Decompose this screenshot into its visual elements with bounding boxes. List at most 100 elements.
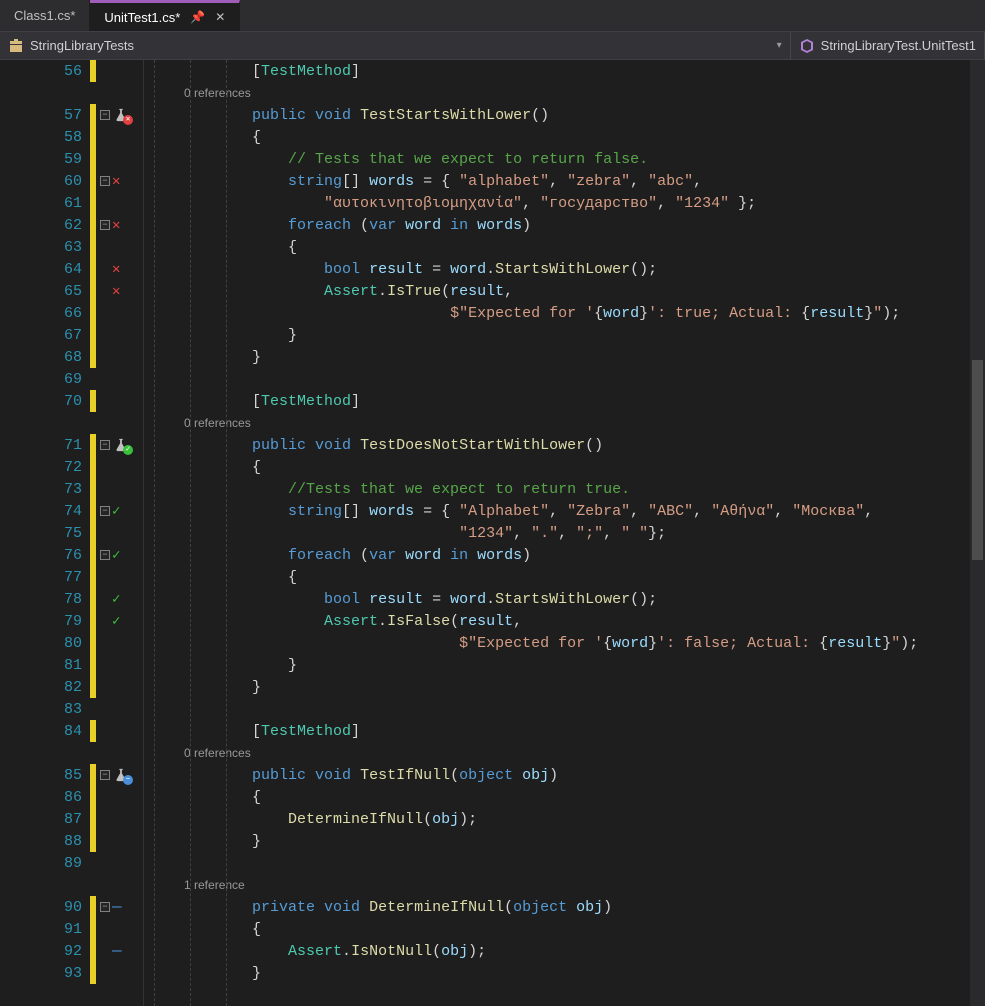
- code-line[interactable]: }: [144, 830, 985, 852]
- tab-bar: Class1.cs* UnitTest1.cs* 📌 ✕: [0, 0, 985, 32]
- test-fail-icon[interactable]: ✕: [112, 283, 120, 300]
- token-pun: ,: [864, 503, 873, 520]
- code-line[interactable]: {: [144, 566, 985, 588]
- code-line[interactable]: bool result = word.StartsWithLower();: [144, 588, 985, 610]
- code-line[interactable]: {: [144, 456, 985, 478]
- fold-toggle[interactable]: −: [100, 440, 110, 450]
- codelens[interactable]: 0 references: [144, 416, 251, 430]
- code-line[interactable]: "1234", ".", ";", " "};: [144, 522, 985, 544]
- line-number: 83: [0, 698, 82, 720]
- token-pun: []: [342, 173, 369, 190]
- test-fail-icon[interactable]: ✕: [112, 217, 120, 234]
- test-fail-icon[interactable]: ✕: [112, 261, 120, 278]
- codelens[interactable]: 0 references: [144, 86, 251, 100]
- code-line[interactable]: Assert.IsFalse(result,: [144, 610, 985, 632]
- code-line[interactable]: }: [144, 962, 985, 984]
- code-line[interactable]: Assert.IsNotNull(obj);: [144, 940, 985, 962]
- code-line[interactable]: }: [144, 654, 985, 676]
- code-line[interactable]: string[] words = { "alphabet", "zebra", …: [144, 170, 985, 192]
- code-line[interactable]: public void TestIfNull(object obj): [144, 764, 985, 786]
- fold-toggle[interactable]: −: [100, 550, 110, 560]
- token-kw: void: [315, 767, 351, 784]
- line-number: [0, 874, 82, 896]
- code-line[interactable]: public void TestStartsWithLower(): [144, 104, 985, 126]
- codelens[interactable]: 1 reference: [144, 878, 245, 892]
- token-pun: (: [351, 547, 369, 564]
- code-line[interactable]: "αυτοκινητοβιομηχανία", "государство", "…: [144, 192, 985, 214]
- tab-unittest1[interactable]: UnitTest1.cs* 📌 ✕: [90, 0, 240, 31]
- fold-toggle[interactable]: −: [100, 176, 110, 186]
- code-line[interactable]: foreach (var word in words): [144, 544, 985, 566]
- token-str: "государство": [540, 195, 657, 212]
- code-line[interactable]: [144, 368, 985, 390]
- fold-toggle[interactable]: −: [100, 220, 110, 230]
- close-icon[interactable]: ✕: [215, 10, 225, 24]
- fold-toggle[interactable]: −: [100, 770, 110, 780]
- code-line[interactable]: }: [144, 346, 985, 368]
- code-line[interactable]: bool result = word.StartsWithLower();: [144, 258, 985, 280]
- code-line[interactable]: [TestMethod]: [144, 720, 985, 742]
- code-line[interactable]: // Tests that we expect to return false.: [144, 148, 985, 170]
- line-number: 67: [0, 324, 82, 346]
- tab-class1[interactable]: Class1.cs*: [0, 0, 90, 31]
- code-line[interactable]: foreach (var word in words): [144, 214, 985, 236]
- test-notrun-icon[interactable]: —: [112, 942, 122, 960]
- code-editor[interactable]: 5657585960616263646566676869707172737475…: [0, 60, 985, 1006]
- code-line[interactable]: [TestMethod]: [144, 390, 985, 412]
- test-pass-icon[interactable]: ✓: [112, 613, 120, 630]
- fold-toggle[interactable]: −: [100, 110, 110, 120]
- code-line[interactable]: {: [144, 918, 985, 940]
- token-plain: [144, 943, 288, 960]
- code-line[interactable]: $"Expected for '{word}': true; Actual: {…: [144, 302, 985, 324]
- breadcrumb-project[interactable]: StringLibraryTests ▾: [0, 32, 791, 59]
- token-pun: {: [603, 635, 612, 652]
- token-pun: }: [648, 635, 657, 652]
- code-area[interactable]: [TestMethod] 0 references public void Te…: [144, 60, 985, 1006]
- code-line[interactable]: {: [144, 786, 985, 808]
- code-line[interactable]: [144, 698, 985, 720]
- token-ident: word: [450, 261, 486, 278]
- code-line[interactable]: {: [144, 126, 985, 148]
- token-pun: {: [144, 789, 261, 806]
- test-fail-icon[interactable]: ✕: [112, 173, 120, 190]
- test-flask-icon[interactable]: −: [112, 767, 130, 783]
- test-pass-icon[interactable]: ✓: [112, 591, 120, 608]
- token-ident: obj: [576, 899, 603, 916]
- token-plain: [567, 899, 576, 916]
- test-flask-icon[interactable]: ✕: [112, 107, 130, 123]
- fold-toggle[interactable]: −: [100, 902, 110, 912]
- code-line[interactable]: [TestMethod]: [144, 60, 985, 82]
- code-line[interactable]: 0 references: [144, 82, 985, 104]
- scroll-thumb[interactable]: [972, 360, 983, 560]
- token-ident: words: [477, 217, 522, 234]
- fold-toggle[interactable]: −: [100, 506, 110, 516]
- test-pass-icon[interactable]: ✓: [112, 547, 120, 564]
- marker-row: [96, 368, 143, 390]
- test-flask-icon[interactable]: ✓: [112, 437, 130, 453]
- code-line[interactable]: }: [144, 676, 985, 698]
- breadcrumb-scope[interactable]: StringLibraryTest.UnitTest1: [791, 32, 985, 59]
- code-line[interactable]: }: [144, 324, 985, 346]
- token-attr: TestMethod: [261, 393, 351, 410]
- code-line[interactable]: 0 references: [144, 412, 985, 434]
- pin-icon[interactable]: 📌: [190, 10, 205, 24]
- token-ident: result: [450, 283, 504, 300]
- token-ident: result: [828, 635, 882, 652]
- code-line[interactable]: DetermineIfNull(obj);: [144, 808, 985, 830]
- code-line[interactable]: public void TestDoesNotStartWithLower(): [144, 434, 985, 456]
- test-notrun-icon[interactable]: —: [112, 898, 122, 916]
- token-pun: ): [549, 767, 558, 784]
- code-line[interactable]: //Tests that we expect to return true.: [144, 478, 985, 500]
- code-line[interactable]: 1 reference: [144, 874, 985, 896]
- code-line[interactable]: {: [144, 236, 985, 258]
- code-line[interactable]: [144, 852, 985, 874]
- vertical-scrollbar[interactable]: [970, 60, 985, 1006]
- marker-row: [96, 874, 143, 896]
- code-line[interactable]: $"Expected for '{word}': false; Actual: …: [144, 632, 985, 654]
- code-line[interactable]: private void DetermineIfNull(object obj): [144, 896, 985, 918]
- code-line[interactable]: 0 references: [144, 742, 985, 764]
- code-line[interactable]: Assert.IsTrue(result,: [144, 280, 985, 302]
- test-pass-icon[interactable]: ✓: [112, 503, 120, 520]
- code-line[interactable]: string[] words = { "Alphabet", "Zebra", …: [144, 500, 985, 522]
- codelens[interactable]: 0 references: [144, 746, 251, 760]
